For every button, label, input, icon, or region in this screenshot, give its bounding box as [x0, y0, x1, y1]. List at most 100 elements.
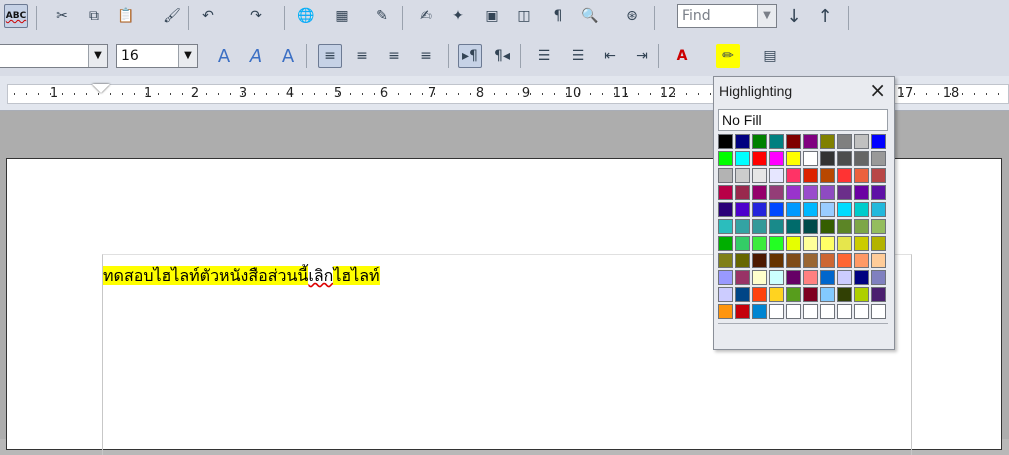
color-swatch[interactable]: [786, 202, 801, 217]
color-swatch[interactable]: [820, 253, 835, 268]
color-swatch[interactable]: [752, 168, 767, 183]
color-swatch[interactable]: [803, 236, 818, 251]
color-swatch[interactable]: [803, 202, 818, 217]
table-icon[interactable]: ▦: [330, 4, 354, 28]
color-swatch[interactable]: [769, 219, 784, 234]
color-swatch[interactable]: [735, 253, 750, 268]
bullets-icon[interactable]: ☰: [566, 44, 590, 68]
color-swatch[interactable]: [718, 168, 733, 183]
indent-marker[interactable]: [92, 84, 110, 93]
color-swatch[interactable]: [854, 253, 869, 268]
color-swatch[interactable]: [820, 168, 835, 183]
color-swatch[interactable]: [837, 253, 852, 268]
color-swatch[interactable]: [871, 185, 886, 200]
color-swatch[interactable]: [718, 253, 733, 268]
color-swatch[interactable]: [837, 219, 852, 234]
color-swatch[interactable]: [735, 236, 750, 251]
color-swatch[interactable]: [786, 151, 801, 166]
ltr-icon[interactable]: ▸¶: [458, 44, 482, 68]
paste-icon[interactable]: 📋: [114, 4, 138, 28]
color-swatch[interactable]: [786, 219, 801, 234]
color-swatch[interactable]: [854, 219, 869, 234]
color-swatch[interactable]: [735, 202, 750, 217]
spellcheck-icon[interactable]: ABC: [4, 4, 28, 28]
color-swatch[interactable]: [837, 287, 852, 302]
color-swatch[interactable]: [837, 134, 852, 149]
color-swatch[interactable]: [718, 219, 733, 234]
color-swatch[interactable]: [752, 219, 767, 234]
cut-icon[interactable]: ✂: [50, 4, 74, 28]
color-swatch[interactable]: [871, 168, 886, 183]
zoom-icon[interactable]: 🔍: [578, 4, 602, 28]
gallery-icon[interactable]: ▣: [480, 4, 504, 28]
edit-file-icon[interactable]: ✍: [414, 4, 438, 28]
color-swatch[interactable]: [735, 185, 750, 200]
color-swatch[interactable]: [820, 151, 835, 166]
color-swatch[interactable]: [803, 219, 818, 234]
color-swatch[interactable]: [820, 219, 835, 234]
color-swatch[interactable]: [752, 236, 767, 251]
color-swatch[interactable]: [854, 134, 869, 149]
color-swatch[interactable]: [735, 168, 750, 183]
color-swatch[interactable]: [752, 151, 767, 166]
color-swatch[interactable]: [854, 287, 869, 302]
color-swatch[interactable]: [820, 304, 835, 319]
color-swatch[interactable]: [786, 236, 801, 251]
color-swatch[interactable]: [752, 253, 767, 268]
color-swatch[interactable]: [820, 134, 835, 149]
navigator-icon[interactable]: ✦: [446, 4, 470, 28]
find-next-icon[interactable]: ↓: [782, 4, 806, 28]
highlighted-text[interactable]: ทดสอบไฮไลท์ตัวหนังสือส่วนนี้: [103, 266, 309, 285]
color-swatch[interactable]: [735, 219, 750, 234]
color-swatch[interactable]: [718, 185, 733, 200]
draw-functions-icon[interactable]: ✎: [370, 4, 394, 28]
chevron-down-icon[interactable]: ▼: [88, 45, 107, 67]
color-swatch[interactable]: [752, 287, 767, 302]
numbering-icon[interactable]: ☰: [532, 44, 556, 68]
color-swatch[interactable]: [854, 168, 869, 183]
no-fill-button[interactable]: No Fill: [718, 109, 888, 131]
color-swatch[interactable]: [786, 304, 801, 319]
color-swatch[interactable]: [752, 270, 767, 285]
color-swatch[interactable]: [854, 185, 869, 200]
font-size-combo[interactable]: 16 ▼: [116, 44, 198, 68]
increase-indent-icon[interactable]: ⇥: [630, 44, 654, 68]
color-swatch[interactable]: [871, 304, 886, 319]
color-swatch[interactable]: [786, 287, 801, 302]
formatting-marks-icon[interactable]: ¶: [546, 4, 570, 28]
align-left-icon[interactable]: ≡: [318, 44, 342, 68]
color-swatch[interactable]: [871, 202, 886, 217]
color-swatch[interactable]: [871, 253, 886, 268]
color-swatch[interactable]: [786, 270, 801, 285]
color-swatch[interactable]: [718, 134, 733, 149]
color-swatch[interactable]: [735, 287, 750, 302]
color-swatch[interactable]: [837, 168, 852, 183]
align-right-icon[interactable]: ≡: [382, 44, 406, 68]
justify-icon[interactable]: ≡: [414, 44, 438, 68]
color-swatch[interactable]: [803, 185, 818, 200]
color-swatch[interactable]: [803, 287, 818, 302]
undo-icon[interactable]: ↶: [196, 4, 220, 28]
color-swatch[interactable]: [752, 304, 767, 319]
unhighlighted-text[interactable]: เลิก: [308, 266, 333, 285]
color-swatch[interactable]: [871, 151, 886, 166]
color-swatch[interactable]: [718, 304, 733, 319]
color-swatch[interactable]: [854, 270, 869, 285]
color-swatch[interactable]: [803, 168, 818, 183]
color-swatch[interactable]: [718, 270, 733, 285]
color-swatch[interactable]: [837, 270, 852, 285]
color-swatch[interactable]: [769, 270, 784, 285]
data-sources-icon[interactable]: ◫: [512, 4, 536, 28]
color-swatch[interactable]: [752, 185, 767, 200]
color-swatch[interactable]: [769, 287, 784, 302]
clone-format-icon[interactable]: 🖌: [160, 4, 184, 28]
chevron-down-icon[interactable]: ▼: [178, 45, 197, 67]
color-swatch[interactable]: [820, 185, 835, 200]
color-swatch[interactable]: [786, 185, 801, 200]
find-input[interactable]: Find ▼: [677, 4, 777, 28]
color-swatch[interactable]: [871, 134, 886, 149]
color-swatch[interactable]: [718, 236, 733, 251]
redo-icon[interactable]: ↷: [244, 4, 268, 28]
color-swatch[interactable]: [854, 304, 869, 319]
outline-a-icon[interactable]: A: [276, 44, 300, 68]
